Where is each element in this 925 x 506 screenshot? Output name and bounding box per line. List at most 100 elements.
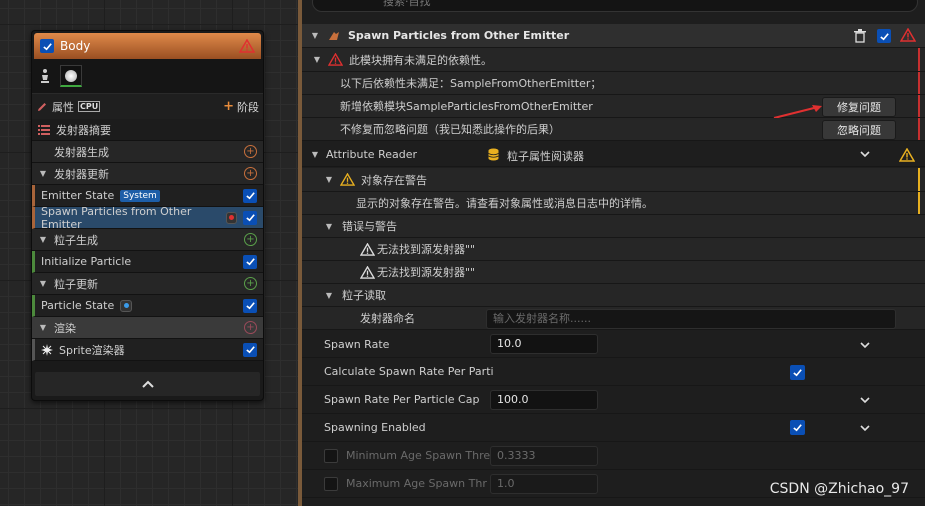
error-warning-icon[interactable]	[239, 39, 255, 53]
emitter-properties-icon[interactable]	[40, 68, 50, 84]
collapse-node-button[interactable]	[35, 372, 260, 396]
add-module-icon[interactable]: +	[244, 277, 257, 290]
watermark: CSDN @Zhichao_97	[769, 481, 909, 497]
stage-label: 阶段	[237, 100, 259, 114]
row-label: 粒子生成	[54, 233, 98, 247]
collapse-arrow-icon[interactable]: ▼	[324, 175, 334, 184]
attribute-reader-row[interactable]: ▼ Attribute Reader 粒子属性阅读器	[302, 142, 925, 167]
graph-canvas[interactable]: Body 属性 CPU + 阶段 发射器摘要 发射器生成 + ▼ 发射器更新 +…	[0, 0, 298, 506]
database-icon	[488, 148, 499, 161]
object-warning-title: 对象存在警告	[361, 173, 427, 187]
preview-thumbnail[interactable]	[60, 65, 82, 87]
attribute-reader-value: 粒子属性阅读器	[507, 150, 584, 163]
properties-tab[interactable]: 属性	[52, 99, 74, 115]
error-dot-icon	[225, 211, 237, 224]
object-warning-row[interactable]: ▼ 对象存在警告	[302, 168, 925, 192]
chevron-down-icon[interactable]	[860, 397, 870, 404]
ignore-issue-text: 不修复而忽略问题（我已知悉此操作的后果）	[340, 123, 560, 136]
cpu-badge: CPU	[78, 101, 101, 112]
emitter-summary-row[interactable]: 发射器摘要	[32, 119, 263, 141]
list-icon	[38, 124, 50, 135]
unmet-dependency-text: 以下后依赖性未满足：SampleFromOtherEmitter；	[340, 77, 602, 90]
calc-spawn-rate-checkbox[interactable]	[790, 365, 805, 380]
module-header[interactable]: ▼ Spawn Particles from Other Emitter	[302, 24, 925, 48]
particle-spawn-section[interactable]: ▼ 粒子生成 +	[32, 229, 263, 251]
emitter-spawn-section[interactable]: 发射器生成 +	[32, 141, 263, 163]
chevron-down-icon[interactable]	[860, 151, 870, 158]
spawn-rate-input[interactable]: 10.0	[490, 334, 598, 354]
add-module-icon[interactable]: +	[244, 233, 257, 246]
collapse-arrow-icon[interactable]: ▼	[38, 279, 48, 288]
add-module-icon[interactable]: +	[244, 167, 257, 180]
object-warning-text: 显示的对象存在警告。请查看对象属性或消息日志中的详情。	[356, 197, 653, 210]
emitter-update-section[interactable]: ▼ 发射器更新 +	[32, 163, 263, 185]
module-enable-checkbox[interactable]	[243, 298, 257, 313]
render-section[interactable]: ▼ 渲染 +	[32, 317, 263, 339]
min-age-override-checkbox[interactable]	[324, 448, 338, 463]
check-icon	[245, 346, 255, 354]
particle-read-row[interactable]: ▼ 粒子读取	[302, 284, 925, 307]
max-age-override-checkbox[interactable]	[324, 476, 338, 491]
collapse-arrow-icon[interactable]: ▼	[324, 291, 334, 300]
system-tag: System	[120, 189, 160, 202]
spawning-enabled-checkbox[interactable]	[790, 420, 805, 435]
module-enable-checkbox[interactable]	[243, 188, 257, 203]
module-enable-checkbox[interactable]	[243, 254, 257, 269]
trash-icon[interactable]	[853, 29, 867, 43]
module-initialize-particle[interactable]: Initialize Particle	[32, 251, 263, 273]
node-header[interactable]: Body	[34, 33, 261, 59]
add-stage-button[interactable]: + 阶段	[223, 99, 259, 115]
calc-spawn-rate-row: Calculate Spawn Rate Per Parti	[302, 358, 925, 386]
collapse-arrow-icon[interactable]: ▼	[38, 169, 48, 178]
node-enable-checkbox[interactable]	[40, 39, 54, 53]
add-module-icon[interactable]: +	[244, 145, 257, 158]
dependency-warning-row[interactable]: ▼ 此模块拥有未满足的依赖性。	[302, 48, 925, 72]
check-icon	[793, 424, 802, 432]
search-input[interactable]: 搜索·自找	[312, 0, 918, 12]
spawning-enabled-row: Spawning Enabled	[302, 414, 925, 442]
check-icon	[245, 258, 255, 266]
chevron-down-icon[interactable]	[860, 425, 870, 432]
dependency-warning-text: 此模块拥有未满足的依赖性。	[349, 53, 492, 67]
collapse-arrow-icon[interactable]: ▼	[38, 323, 48, 332]
module-particle-state[interactable]: Particle State	[32, 295, 263, 317]
module-spawn-particles-from-other-emitter[interactable]: Spawn Particles from Other Emitter	[32, 204, 263, 231]
row-label: Sprite渲染器	[59, 343, 125, 357]
unmet-dependency-row: 以下后依赖性未满足：SampleFromOtherEmitter；	[302, 72, 925, 95]
spawn-rate-cap-label: Spawn Rate Per Particle Cap	[324, 393, 480, 406]
module-icon	[329, 31, 339, 40]
check-icon	[245, 192, 255, 200]
pencil-icon	[38, 102, 46, 111]
errors-warnings-title: 错误与警告	[342, 220, 397, 233]
min-age-input[interactable]: 0.3333	[490, 446, 598, 466]
module-enabled-checkbox[interactable]	[877, 29, 891, 43]
renderer-enable-checkbox[interactable]	[243, 342, 257, 357]
ignore-issue-button[interactable]: 忽略问题	[822, 120, 896, 140]
collapse-arrow-icon[interactable]: ▼	[310, 150, 320, 159]
max-age-input[interactable]: 1.0	[490, 474, 598, 494]
spawning-enabled-label: Spawning Enabled	[324, 421, 426, 434]
particle-update-section[interactable]: ▼ 粒子更新 +	[32, 273, 263, 295]
chevron-down-icon[interactable]	[860, 342, 870, 349]
particle-sprite-icon	[65, 69, 77, 82]
min-age-label: Minimum Age Spawn Thre	[346, 449, 491, 462]
sprite-renderer-row[interactable]: Sprite渲染器	[32, 339, 263, 361]
collapse-arrow-icon[interactable]: ▼	[310, 31, 320, 40]
attribute-reader-label: Attribute Reader	[326, 147, 417, 161]
fix-issue-button[interactable]: 修复问题	[822, 97, 896, 117]
max-age-label: Maximum Age Spawn Thr	[346, 477, 487, 490]
emitter-node[interactable]: Body 属性 CPU + 阶段 发射器摘要 发射器生成 + ▼ 发射器更新 +…	[31, 30, 264, 401]
row-label: Spawn Particles from Other Emitter	[41, 204, 192, 231]
collapse-arrow-icon[interactable]: ▼	[312, 55, 322, 64]
check-icon	[879, 32, 889, 40]
spawn-rate-cap-input[interactable]: 100.0	[490, 390, 598, 410]
node-preview	[32, 59, 263, 93]
module-enable-checkbox[interactable]	[243, 210, 257, 225]
sprite-burst-icon	[41, 343, 53, 356]
collapse-arrow-icon[interactable]: ▼	[38, 235, 48, 244]
add-module-text: 新增依赖模块SampleParticlesFromOtherEmitter	[340, 100, 593, 113]
add-renderer-icon[interactable]: +	[244, 321, 257, 334]
errors-warnings-row[interactable]: ▼ 错误与警告	[302, 215, 925, 238]
emitter-name-input[interactable]: 输入发射器名称......	[486, 309, 896, 329]
collapse-arrow-icon[interactable]: ▼	[324, 222, 334, 231]
